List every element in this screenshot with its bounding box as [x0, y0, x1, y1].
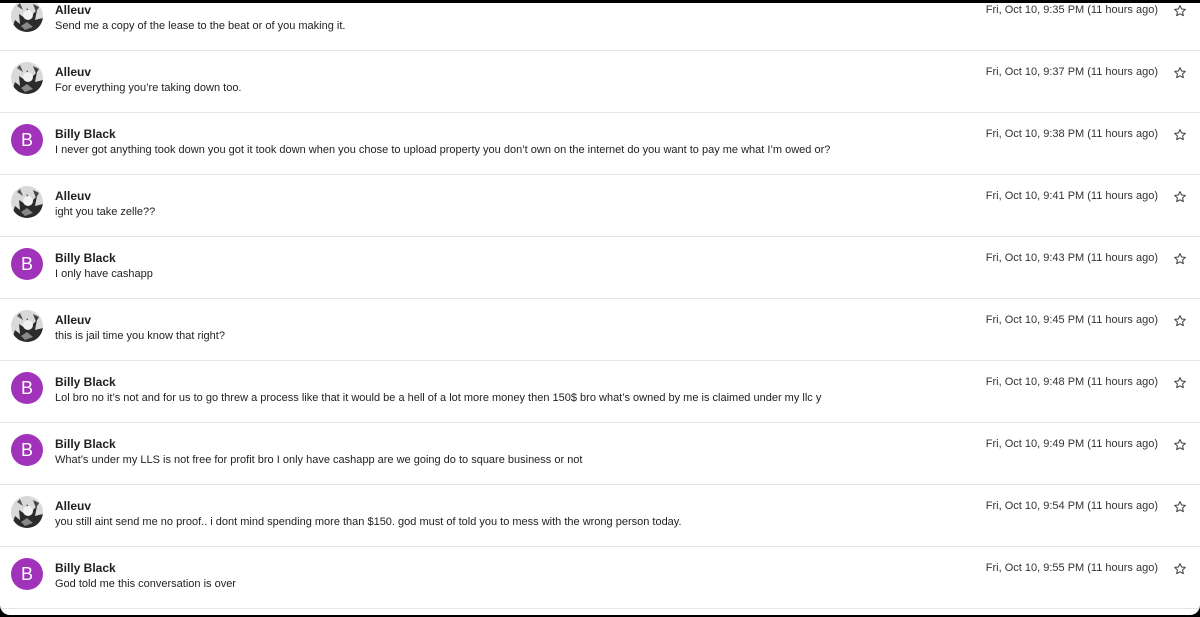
message-body: I only have cashapp	[55, 268, 153, 280]
message-row[interactable]: Alleuv ight you take zelle?? Fri, Oct 10, …	[0, 175, 1200, 237]
message-body: God told me this conversation is over	[55, 578, 236, 590]
sender-name: Alleuv	[55, 3, 92, 17]
message-body: For everything you’re taking down too.	[55, 82, 242, 94]
star-icon[interactable]	[1173, 128, 1187, 142]
sender-avatar-photo	[11, 310, 43, 342]
sender-avatar-photo	[11, 3, 43, 32]
message-row[interactable]: Alleuv Send me a copy of the lease to the…	[0, 3, 1200, 51]
sender-avatar-letter: B	[11, 434, 43, 466]
message-row[interactable]: Alleuv For everything you’re taking down …	[0, 51, 1200, 113]
sender-avatar-photo	[11, 496, 43, 528]
sender-name: Billy Black	[55, 127, 116, 141]
sender-avatar-letter: B	[11, 248, 43, 280]
star-icon[interactable]	[1173, 376, 1187, 390]
sender-name: Alleuv	[55, 189, 92, 203]
star-icon[interactable]	[1173, 4, 1187, 18]
message-body: What’s under my LLS is not free for prof…	[55, 454, 583, 466]
sender-avatar-letter: B	[11, 124, 43, 156]
message-row[interactable]: B Billy Black What’s under my LLS is not f…	[0, 423, 1200, 485]
message-body: ight you take zelle??	[55, 206, 156, 218]
star-icon[interactable]	[1173, 438, 1187, 452]
message-timestamp: Fri, Oct 10, 9:54 PM (11 hours ago)	[985, 500, 1158, 512]
sender-name: Billy Black	[55, 561, 116, 575]
sender-avatar-photo	[11, 62, 43, 94]
message-body: I never got anything took down you got i…	[55, 144, 831, 156]
message-timestamp: Fri, Oct 10, 9:43 PM (11 hours ago)	[985, 252, 1158, 264]
sender-name: Alleuv	[55, 65, 92, 79]
message-timestamp: Fri, Oct 10, 9:55 PM (11 hours ago)	[985, 562, 1158, 574]
message-timestamp: Fri, Oct 10, 9:49 PM (11 hours ago)	[985, 438, 1158, 450]
message-row[interactable]: B Billy Black I only have cashapp Fri, Oct …	[0, 237, 1200, 299]
message-row[interactable]: B Billy Black I never got anything took do…	[0, 113, 1200, 175]
sender-name: Alleuv	[55, 313, 92, 327]
message-timestamp: Fri, Oct 10, 9:35 PM (11 hours ago)	[985, 4, 1158, 16]
message-body: you still aint send me no proof.. i dont…	[55, 516, 682, 528]
message-timestamp: Fri, Oct 10, 9:45 PM (11 hours ago)	[985, 314, 1158, 326]
message-body: Send me a copy of the lease to the beat …	[55, 20, 346, 32]
sender-name: Billy Black	[55, 437, 116, 451]
sender-avatar-photo	[11, 186, 43, 218]
star-icon[interactable]	[1173, 252, 1187, 266]
message-timestamp: Fri, Oct 10, 9:38 PM (11 hours ago)	[985, 128, 1158, 140]
sender-avatar-letter: B	[11, 558, 43, 590]
star-icon[interactable]	[1173, 314, 1187, 328]
star-icon[interactable]	[1173, 562, 1187, 576]
message-timestamp: Fri, Oct 10, 9:41 PM (11 hours ago)	[985, 190, 1158, 202]
message-timestamp: Fri, Oct 10, 9:48 PM (11 hours ago)	[985, 376, 1158, 388]
star-icon[interactable]	[1173, 66, 1187, 80]
sender-avatar-letter: B	[11, 372, 43, 404]
message-row[interactable]: B Billy Black Lol bro no it’s not and for …	[0, 361, 1200, 423]
sender-name: Billy Black	[55, 251, 116, 265]
message-timestamp: Fri, Oct 10, 9:37 PM (11 hours ago)	[985, 66, 1158, 78]
message-row[interactable]: Alleuv you still aint send me no proof.. …	[0, 485, 1200, 547]
message-row[interactable]: Alleuv this is jail time you know that ri…	[0, 299, 1200, 361]
sender-name: Alleuv	[55, 499, 92, 513]
email-thread: Alleuv Send me a copy of the lease to the…	[0, 3, 1200, 615]
message-row[interactable]: B Billy Black God told me this conversatio…	[0, 547, 1200, 609]
star-icon[interactable]	[1173, 190, 1187, 204]
sender-name: Billy Black	[55, 375, 116, 389]
message-body: this is jail time you know that right?	[55, 330, 225, 342]
message-body: Lol bro no it’s not and for us to go thr…	[55, 392, 822, 404]
star-icon[interactable]	[1173, 500, 1187, 514]
